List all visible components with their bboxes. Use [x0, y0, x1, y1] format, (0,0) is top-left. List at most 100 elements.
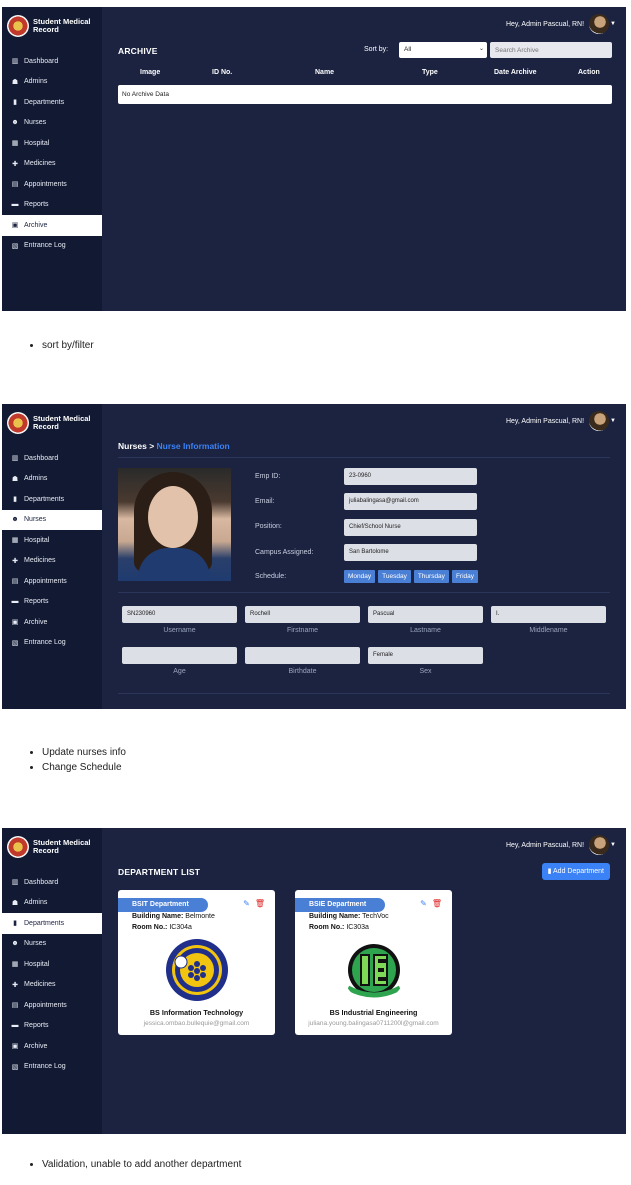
sidebar-nav: ▥ Dashboard ☗ Admins ▮ Departments ☻ Nurses … — [2, 872, 102, 1077]
hospital-icon: ▦ — [11, 961, 19, 969]
empty-state-row: No Archive Data — [118, 85, 612, 104]
middlename-field[interactable]: I. — [491, 606, 606, 623]
chevron-down-icon[interactable]: ▼ — [610, 21, 616, 27]
building-icon: ▮ — [547, 868, 552, 875]
schedule-label: Schedule: — [255, 573, 287, 580]
chevron-down-icon[interactable]: ▼ — [610, 418, 616, 424]
sidebar-item-admins[interactable]: ☗ Admins — [2, 72, 102, 93]
medkit-icon: ✚ — [12, 557, 18, 565]
department-list-screen: Student Medical Record ▥ Dashboard ☗ Admin… — [2, 828, 626, 1134]
edit-icon[interactable]: ✎ — [420, 899, 427, 908]
sidebar-item-reports[interactable]: ▬ Reports — [2, 592, 102, 613]
sidebar-item-label: Entrance Log — [24, 639, 66, 647]
brand[interactable]: Student Medical Record — [2, 828, 102, 866]
card-actions: ✎ 🗑 — [420, 899, 442, 908]
sidebar-item-appointments[interactable]: ▤ Appointments — [2, 174, 102, 195]
sidebar-item-entrance-log[interactable]: ▧ Entrance Log — [2, 236, 102, 257]
sidebar-item-archive[interactable]: ▣ Archive — [2, 1036, 102, 1057]
firstname-field[interactable]: Rochell — [245, 606, 360, 623]
sidebar-item-dashboard[interactable]: ▥ Dashboard — [2, 448, 102, 469]
sidebar-item-medicines[interactable]: ✚ Medicines — [2, 154, 102, 175]
sidebar-item-label: Archive — [24, 221, 48, 229]
sidebar-item-dashboard[interactable]: ▥ Dashboard — [2, 872, 102, 893]
archive-icon: ▣ — [11, 619, 19, 627]
trash-icon[interactable]: 🗑 — [255, 899, 265, 908]
sidebar-item-admins[interactable]: ☗ Admins — [2, 893, 102, 914]
age-field[interactable] — [122, 647, 237, 664]
edit-icon[interactable]: ✎ — [243, 899, 250, 908]
sidebar-item-departments[interactable]: ▮ Departments — [2, 92, 102, 113]
sidebar-item-label: Departments — [24, 495, 65, 503]
sidebar-item-entrance-log[interactable]: ▧ Entrance Log — [2, 1057, 102, 1078]
sidebar-item-label: Admins — [24, 78, 48, 86]
log-icon: ▧ — [11, 1063, 19, 1071]
column-header: Name — [315, 69, 335, 76]
sidebar-item-nurses[interactable]: ☻ Nurses — [2, 113, 102, 134]
sidebar-item-archive[interactable]: ▣ Archive — [2, 612, 102, 633]
brand[interactable]: Student Medical Record — [2, 404, 102, 442]
sort-select[interactable]: All ⌄ — [399, 42, 487, 58]
search-input[interactable] — [490, 42, 612, 58]
sidebar-item-departments[interactable]: ▮ Departments — [2, 913, 102, 934]
sidebar-item-label: Dashboard — [24, 878, 59, 886]
calendar-icon: ▤ — [11, 578, 19, 586]
sidebar-item-admins[interactable]: ☗ Admins — [2, 469, 102, 490]
sidebar-item-appointments[interactable]: ▤ Appointments — [2, 995, 102, 1016]
campus-field: San Bartolome — [344, 544, 477, 561]
sidebar-item-departments[interactable]: ▮ Departments — [2, 489, 102, 510]
birthdate-field[interactable] — [245, 647, 360, 664]
table-header: Image ID No. Name Type Date Archive Acti… — [118, 67, 610, 79]
lastname-field[interactable]: Pascual — [368, 606, 483, 623]
users-cog-icon: ☗ — [11, 475, 19, 483]
user-nurse-icon: ☻ — [11, 119, 19, 127]
building-line: Building Name: TechVoc — [309, 913, 389, 920]
sidebar-item-reports[interactable]: ▬ Reports — [2, 195, 102, 216]
sidebar-item-hospital[interactable]: ▦ Hospital — [2, 133, 102, 154]
log-icon: ▧ — [11, 242, 19, 250]
firstname-label: Firstname — [286, 627, 319, 634]
sidebar-item-reports[interactable]: ▬ Reports — [2, 1016, 102, 1037]
sidebar-item-nurses[interactable]: ☻ Nurses — [2, 509, 102, 530]
sidebar-item-hospital[interactable]: ▦ Hospital — [2, 954, 102, 975]
sidebar: Student Medical Record ▥ Dashboard ☗ Admin… — [2, 404, 102, 709]
building-icon: ▮ — [13, 496, 17, 504]
sidebar-item-label: Reports — [24, 1022, 49, 1030]
add-department-button[interactable]: ▮ Add Department — [541, 863, 610, 880]
schedule-day-friday[interactable]: Friday — [451, 570, 478, 583]
sex-field[interactable]: Female — [368, 647, 483, 664]
building-label: Building Name: — [132, 913, 184, 920]
email-field: juliabalingasa@gmail.com — [344, 493, 477, 510]
sidebar-item-label: Nurses — [24, 119, 47, 127]
sidebar-item-dashboard[interactable]: ▥ Dashboard — [2, 51, 102, 72]
sidebar-item-medicines[interactable]: ✚ Medicines — [2, 975, 102, 996]
sidebar: Student Medical Record ▥ Dashboard ☗ Admin… — [2, 7, 102, 311]
chevron-down-icon[interactable]: ▼ — [610, 842, 616, 848]
sidebar-item-entrance-log[interactable]: ▧ Entrance Log — [2, 633, 102, 654]
archive-icon: ▣ — [11, 222, 19, 230]
sidebar-item-archive[interactable]: ▣ Archive — [2, 215, 102, 236]
sidebar-item-label: Admins — [24, 899, 48, 907]
program-name: BS Industrial Engineering — [329, 1008, 418, 1017]
sidebar-item-hospital[interactable]: ▦ Hospital — [2, 530, 102, 551]
folder-icon: ▬ — [11, 598, 19, 606]
users-cog-icon: ☗ — [11, 899, 19, 907]
sidebar-item-appointments[interactable]: ▤ Appointments — [2, 571, 102, 592]
schedule-day-monday[interactable]: Monday — [344, 570, 376, 583]
username-field[interactable]: SN230960 — [122, 606, 237, 623]
log-icon: ▧ — [11, 639, 19, 647]
sidebar-item-nurses[interactable]: ☻ Nurses — [2, 934, 102, 955]
email-label: Email: — [255, 498, 275, 505]
main-content: DEPARTMENT LIST ▮ Add Department BSIT De… — [118, 828, 610, 1134]
sidebar-item-medicines[interactable]: ✚ Medicines — [2, 551, 102, 572]
chevron-down-icon: ⌄ — [478, 46, 484, 52]
hospital-icon: ▦ — [11, 537, 19, 545]
brand[interactable]: Student Medical Record — [2, 7, 102, 45]
sidebar-item-label: Entrance Log — [24, 1063, 66, 1071]
sidebar-item-label: Admins — [24, 475, 48, 483]
schedule-day-tuesday[interactable]: Tuesday — [378, 570, 411, 583]
building-icon: ▮ — [13, 920, 17, 928]
schedule-day-thursday[interactable]: Thursday — [413, 570, 449, 583]
sidebar-item-label: Hospital — [24, 536, 50, 544]
trash-icon[interactable]: 🗑 — [432, 899, 442, 908]
breadcrumb-root[interactable]: Nurses — [118, 441, 147, 451]
